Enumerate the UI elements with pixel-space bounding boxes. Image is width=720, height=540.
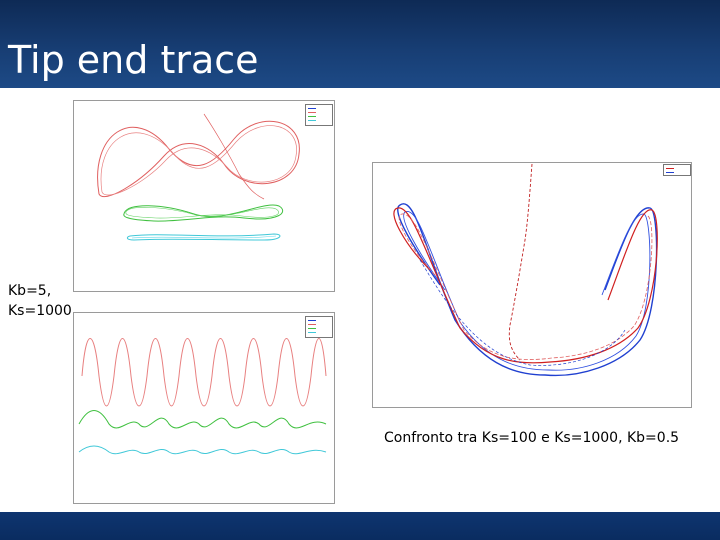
trace-plot-bottom-left: [78, 338, 327, 455]
red-trace-top-3: [203, 113, 265, 200]
legend-right: [663, 164, 691, 176]
green-trace-2: [125, 207, 279, 219]
cyan-oscillation: [78, 445, 327, 455]
trace-plot-top-left: [97, 113, 300, 241]
right-figure-caption: Confronto tra Ks=100 e Ks=1000, Kb=0.5: [384, 430, 680, 446]
blue-dashed: [419, 259, 626, 366]
legend-top-left: [305, 104, 333, 126]
figure-top-left: [64, 94, 336, 302]
left-figure-label: Kb=5, Ks=1000: [8, 281, 72, 321]
ks-value: Ks=1000: [8, 303, 72, 319]
red-trace-top: [97, 120, 300, 198]
figure-bottom-left: [64, 306, 336, 512]
trace-plot-right: [393, 163, 658, 377]
red-oscillation: [81, 338, 327, 407]
footer-bar: [0, 512, 720, 540]
cyan-trace-2: [131, 235, 277, 239]
figure-right: [360, 150, 700, 416]
legend-bottom-left: [305, 316, 333, 338]
kb-value: Kb=5,: [8, 283, 52, 299]
blue-loop-left: [397, 203, 658, 377]
green-oscillation: [78, 410, 327, 429]
slide-title: Tip end trace: [8, 38, 259, 82]
center-strand: [508, 163, 533, 361]
red-trace-top-2: [100, 125, 297, 196]
